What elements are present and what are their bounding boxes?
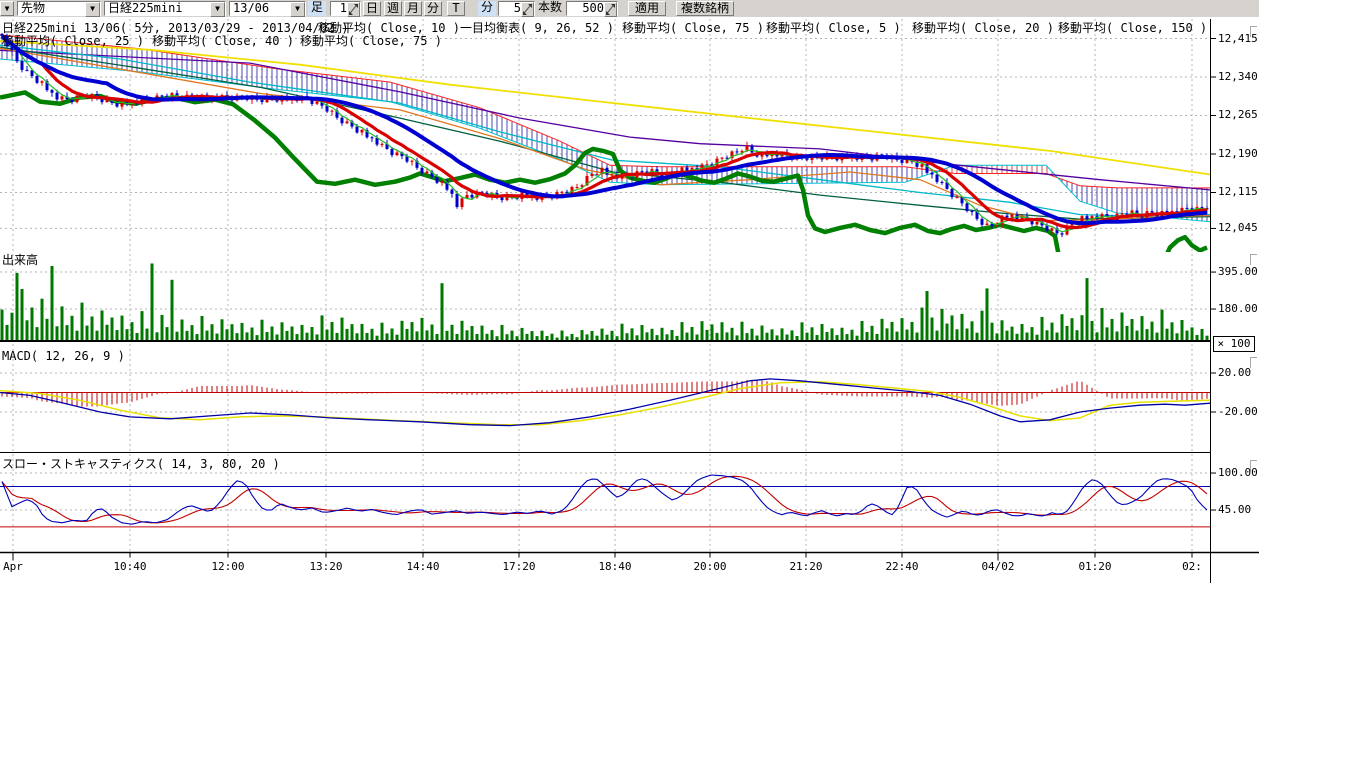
macd-line	[0, 379, 1210, 426]
stoch-d-line	[2, 476, 1207, 523]
sma-22	[2, 36, 1207, 223]
stoch-pane[interactable]	[0, 475, 1210, 527]
ma-line-purple	[0, 50, 1210, 190]
volume-pane[interactable]	[1, 264, 1209, 341]
chart-area[interactable]	[0, 0, 1366, 768]
axes	[0, 19, 1259, 583]
chart-application-window: ▼ 先物 ▼ 日経225mini ▼ 13/06 ▼ 足 1 日 週 月 分 T…	[0, 0, 1366, 768]
senkou-span-b	[0, 59, 1210, 222]
macd-pane[interactable]	[0, 379, 1210, 426]
sma-9	[2, 36, 1207, 228]
ma-line-orange	[0, 48, 1210, 220]
price-pane[interactable]	[0, 33, 1210, 272]
